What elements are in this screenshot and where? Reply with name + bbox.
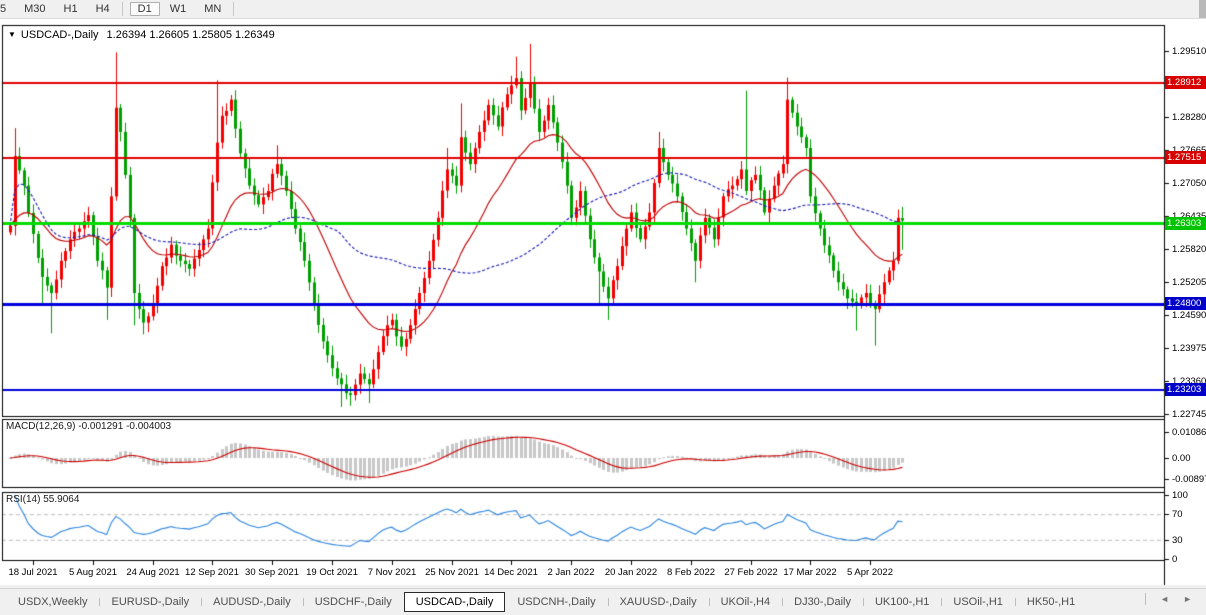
timeframe-button[interactable]: MN <box>196 2 235 16</box>
window-edge <box>1199 0 1206 18</box>
macd-name: MACD(12,26,9) <box>6 421 76 432</box>
chart-tabs: USDX,Weekly EURUSD-,Daily AUDUSD-,Daily USD… <box>6 592 1087 612</box>
chart-ohlc-values: 1.26394 1.26605 1.25805 1.26349 <box>106 29 275 41</box>
chart-tab[interactable]: EURUSD-,Daily <box>99 592 201 612</box>
chart-title: ▼ USDCAD-,Daily 1.26394 1.26605 1.25805 1.… <box>8 29 275 41</box>
rsi-value: 55.9064 <box>43 494 80 505</box>
chart-tab[interactable]: USDCAD-,Daily <box>403 592 506 612</box>
rsi-name: RSI(14) <box>6 494 41 505</box>
chart-tab[interactable]: UKOil-,H4 <box>708 592 783 612</box>
tab-scroll-controls: ◄ ► <box>1145 593 1196 605</box>
rsi-indicator-label: RSI(14) 55.9064 <box>6 494 79 505</box>
timeframe-button[interactable]: H1 <box>56 2 86 16</box>
chart-tab[interactable]: UK100-,H1 <box>862 592 941 612</box>
timeframe-button[interactable]: D1 <box>129 2 160 16</box>
chart-tab[interactable]: USOil-,H1 <box>941 592 1015 612</box>
tab-scroll-left-button[interactable]: ◄ <box>1156 593 1173 605</box>
price-chart-canvas[interactable] <box>0 0 1206 614</box>
macd-values: -0.001291 -0.004003 <box>78 421 172 432</box>
macd-indicator-label: MACD(12,26,9) -0.001291 -0.004003 <box>6 421 171 432</box>
chart-tab[interactable]: HK50-,H1 <box>1014 592 1087 612</box>
timeframe-button[interactable]: H4 <box>88 2 123 16</box>
tab-scroll-right-button[interactable]: ► <box>1179 593 1196 605</box>
timeframe-buttons: 5 M30 H1 H4 D1 W1 MN <box>0 2 240 16</box>
chart-symbol-label: USDCAD-,Daily <box>20 29 99 41</box>
chart-tab[interactable]: USDCHF-,Daily <box>302 592 404 612</box>
chart-tab[interactable]: XAUUSD-,Daily <box>607 592 709 612</box>
timeframe-button[interactable]: M30 <box>16 2 53 16</box>
mt4-window: 5 M30 H1 H4 D1 W1 MN ▼ USDCAD-,Daily 1.26394 1.2… <box>0 0 1206 615</box>
divider <box>1145 593 1147 605</box>
timeframe-toolbar: 5 M30 H1 H4 D1 W1 MN <box>0 0 1206 19</box>
chart-tab[interactable]: AUDUSD-,Daily <box>201 592 303 612</box>
chart-dropdown-icon[interactable]: ▼ <box>8 30 16 39</box>
timeframe-button[interactable]: 5 <box>0 2 14 16</box>
chart-tab[interactable]: DJ30-,Daily <box>782 592 863 612</box>
timeframe-button[interactable]: W1 <box>162 2 195 16</box>
chart-tab[interactable]: USDX,Weekly <box>6 592 99 612</box>
chart-tab-bar: USDX,Weekly EURUSD-,Daily AUDUSD-,Daily USD… <box>0 588 1206 615</box>
chart-tab[interactable]: USDCNH-,Daily <box>505 592 607 612</box>
